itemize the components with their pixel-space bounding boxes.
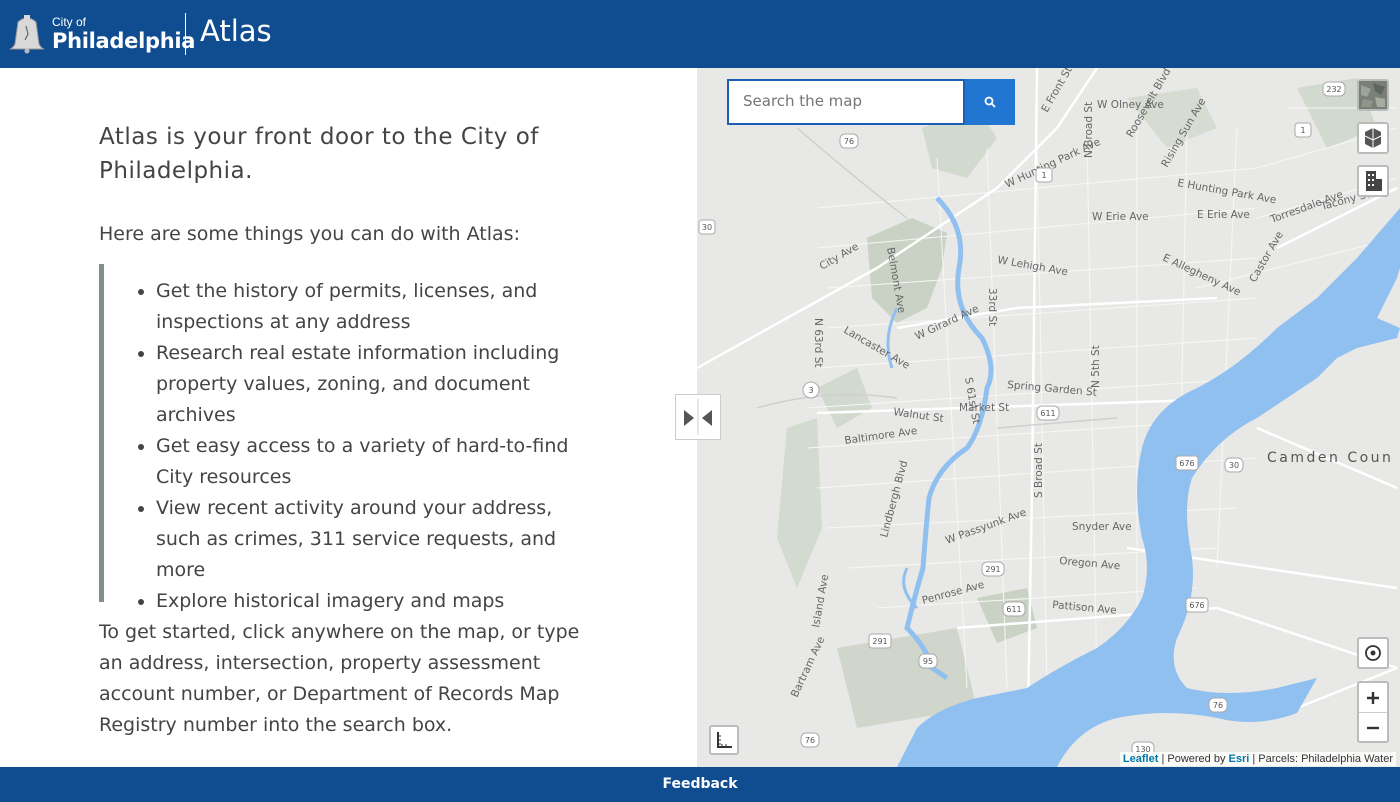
expand-collapse-icon: [684, 399, 712, 435]
map-label-camden: Camden Coun: [1267, 450, 1393, 466]
svg-text:291: 291: [872, 637, 887, 646]
shield: 76: [839, 133, 859, 149]
app-footer: Feedback: [0, 767, 1400, 802]
zoom-in-button[interactable]: [1359, 683, 1387, 713]
esri-link[interactable]: Esri: [1229, 753, 1250, 765]
map-label: S Broad St: [1033, 443, 1045, 498]
svg-text:611: 611: [1006, 605, 1021, 614]
feature-item: Get easy access to a variety of hard-to-…: [156, 431, 596, 493]
svg-text:76: 76: [805, 736, 815, 745]
logo-city-of: City of: [52, 15, 87, 29]
feature-item: Get the history of permits, licenses, an…: [156, 276, 596, 338]
shield: 1: [1035, 167, 1053, 183]
svg-text:291: 291: [985, 565, 1000, 574]
feature-item: Research real estate information includi…: [156, 338, 596, 431]
map-label: N 5th St: [1090, 345, 1102, 388]
intro-heading: Atlas is your front door to the City of …: [99, 124, 539, 184]
search-input[interactable]: [729, 81, 953, 121]
map-label: 33rd St: [986, 288, 998, 326]
minus-icon: [1367, 726, 1379, 730]
ruler-icon: [717, 732, 732, 748]
svg-text:676: 676: [1179, 459, 1194, 468]
shield: 676: [1185, 597, 1209, 613]
search-icon: [984, 96, 996, 108]
map-label: W Erie Ave: [1092, 211, 1149, 223]
map-label: E Erie Ave: [1197, 209, 1250, 221]
shield: 232: [1322, 81, 1346, 97]
shield: 76: [800, 732, 820, 748]
shield: 3: [802, 381, 820, 399]
locate-icon: [1365, 645, 1381, 661]
panel-toggle-button[interactable]: [675, 394, 721, 440]
logo-philadelphia: Philadelphia: [52, 29, 196, 53]
aerial-imagery-icon: [1359, 81, 1387, 109]
feature-item: Explore historical imagery and maps: [156, 586, 596, 617]
shield: 291: [868, 633, 892, 649]
shield: 30: [1224, 457, 1244, 473]
plus-icon: [1367, 692, 1379, 704]
map-label: N 63rd St: [812, 318, 824, 367]
measure-button[interactable]: [709, 725, 739, 755]
app-header: City of Philadelphia Atlas: [0, 0, 1400, 68]
svg-text:232: 232: [1326, 85, 1341, 94]
map-attribution: Leaflet | Powered by Esri | Parcels: Phi…: [1119, 752, 1396, 766]
svg-text:611: 611: [1040, 409, 1055, 418]
map-search: [727, 79, 965, 125]
city-logo[interactable]: City of Philadelphia: [6, 12, 195, 56]
intro-outro: To get started, click anywhere on the ma…: [99, 621, 580, 736]
shield: 676: [1175, 455, 1199, 471]
svg-text:76: 76: [844, 137, 854, 146]
building-icon: [1366, 171, 1382, 191]
shield: 291: [981, 561, 1005, 577]
attribution-text: | Parcels: Philadelphia Water: [1249, 753, 1393, 765]
svg-text:1: 1: [1300, 126, 1305, 135]
zoom-control: [1357, 681, 1389, 743]
basemap[interactable]: W Olney Ave W Hunting Park Ave W Erie Av…: [697, 68, 1400, 767]
zoom-out-button[interactable]: [1359, 713, 1387, 741]
shield: 95: [918, 653, 938, 669]
oblique-view-icon: [1364, 128, 1382, 148]
svg-text:95: 95: [923, 657, 933, 666]
shield: 611: [1002, 601, 1026, 617]
svg-text:3: 3: [808, 386, 813, 395]
feedback-link[interactable]: Feedback: [662, 776, 737, 792]
map-label: Snyder Ave: [1072, 521, 1132, 533]
shield: 76: [1208, 697, 1228, 713]
pictometry-button[interactable]: [1357, 122, 1389, 154]
locate-me-button[interactable]: [1357, 637, 1389, 669]
svg-text:76: 76: [1213, 701, 1223, 710]
feature-item: View recent activity around your address…: [156, 493, 596, 586]
search-button[interactable]: [965, 79, 1015, 125]
leaflet-link[interactable]: Leaflet: [1123, 753, 1158, 765]
attribution-text: | Powered by: [1158, 753, 1229, 765]
feature-callout: Get the history of permits, licenses, an…: [99, 264, 604, 612]
intro-lead: Here are some things you can do with Atl…: [99, 223, 520, 245]
feature-list: Get the history of permits, licenses, an…: [156, 276, 596, 617]
imagery-toggle-button[interactable]: [1357, 79, 1389, 111]
street-view-button[interactable]: [1357, 165, 1389, 197]
shield: 611: [1036, 405, 1060, 421]
svg-text:30: 30: [1229, 461, 1239, 470]
map-label: N Broad St: [1083, 102, 1095, 158]
svg-text:676: 676: [1189, 601, 1204, 610]
app-title[interactable]: Atlas: [200, 14, 272, 48]
shield: 30: [698, 219, 716, 235]
shield: 1: [1294, 122, 1312, 138]
map-panel[interactable]: W Olney Ave W Hunting Park Ave W Erie Av…: [697, 68, 1400, 767]
header-divider: [185, 13, 186, 55]
svg-text:30: 30: [702, 223, 712, 232]
liberty-bell-icon: [9, 15, 45, 54]
intro-panel: Atlas is your front door to the City of …: [0, 68, 697, 767]
svg-text:1: 1: [1041, 171, 1046, 180]
